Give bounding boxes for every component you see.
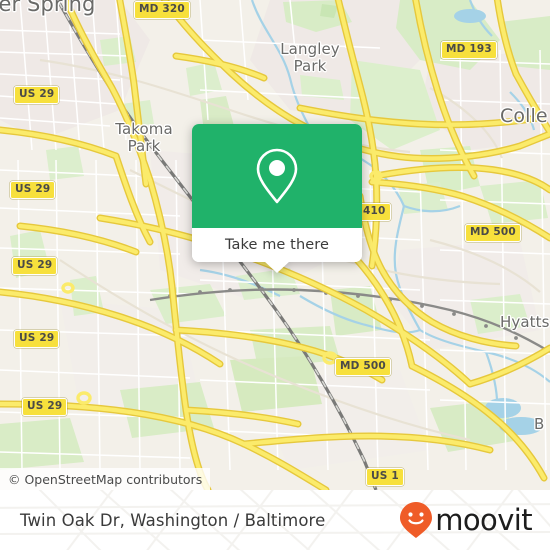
footer-bar: Twin Oak Dr, Washington / Baltimore moov… xyxy=(0,490,550,550)
popup-card-pointer xyxy=(264,261,290,273)
shield-us-29-4: US 29 xyxy=(14,330,60,348)
popup-card-body: Take me there xyxy=(192,124,362,262)
shield-md-193: MD 193 xyxy=(441,41,497,59)
popup-card-action[interactable]: Take me there xyxy=(192,228,362,262)
take-me-there-label: Take me there xyxy=(224,237,330,253)
popup-card-header xyxy=(192,124,362,228)
shield-us-29-3: US 29 xyxy=(12,257,58,275)
moovit-logo[interactable]: moovit xyxy=(399,501,533,539)
moovit-smiley-pin-icon xyxy=(400,502,433,538)
map-canvas[interactable]: ver Spring Takoma Park Langley Park Coll… xyxy=(0,0,550,490)
shield-md-410: 410 xyxy=(358,203,391,221)
shield-us-1: US 1 xyxy=(366,468,404,486)
map-screenshot: ver Spring Takoma Park Langley Park Coll… xyxy=(0,0,550,550)
shield-us-29-5: US 29 xyxy=(22,398,68,416)
location-popup-card[interactable]: Take me there xyxy=(192,124,362,273)
shield-md-320: MD 320 xyxy=(134,1,190,19)
osm-attribution-text: © OpenStreetMap contributors xyxy=(8,471,203,487)
location-pin-icon xyxy=(256,148,298,204)
moovit-wordmark: moovit xyxy=(435,502,532,537)
shield-md-500-2: MD 500 xyxy=(335,358,391,376)
shield-us-29-1: US 29 xyxy=(14,86,60,104)
location-title: Twin Oak Dr, Washington / Baltimore xyxy=(20,510,326,530)
shield-md-500-1: MD 500 xyxy=(465,224,521,242)
shield-us-29-2: US 29 xyxy=(10,181,56,199)
osm-attribution[interactable]: © OpenStreetMap contributors xyxy=(0,468,211,490)
